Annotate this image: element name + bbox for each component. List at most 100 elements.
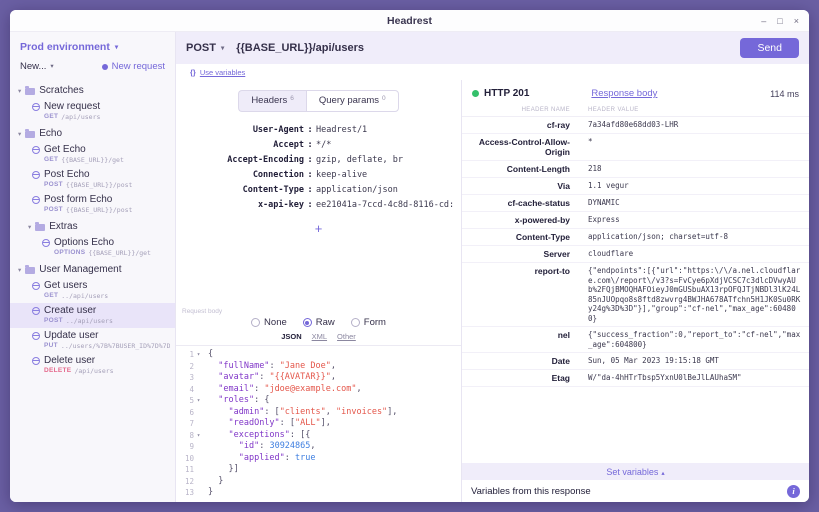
header-row[interactable]: Accept-Encoding: gzip, deflate, br xyxy=(176,152,455,167)
tree-request-row[interactable]: Get users GET ../api/users xyxy=(10,278,175,303)
request-method-badge: POST xyxy=(44,317,63,324)
set-variables-bar: Set variables xyxy=(462,463,809,480)
line-number: 9 xyxy=(189,442,194,451)
request-method-badge: POST xyxy=(44,181,63,188)
column-header-value: HEADER VALUE xyxy=(588,107,639,113)
format-tab-other[interactable]: Other xyxy=(337,332,356,341)
header-row[interactable]: Accept: */* xyxy=(176,137,455,152)
info-icon[interactable]: i xyxy=(787,484,800,498)
header-value[interactable]: Headrest/1 xyxy=(316,125,455,135)
response-body-link[interactable]: Response body xyxy=(591,88,657,99)
body-mode-raw[interactable]: Raw xyxy=(302,317,335,328)
maximize-button[interactable]: □ xyxy=(777,16,782,26)
request-body-section: Request body None Raw Form JSON XML Other 1 ▾… xyxy=(176,306,461,502)
tree-request-row[interactable]: Post Echo POST {{BASE_URL}}/post xyxy=(10,167,175,192)
chevron-down-icon: ▾ xyxy=(18,266,22,274)
code-line: "id": 30924865, xyxy=(238,441,316,451)
header-value[interactable]: keep-alive xyxy=(316,170,455,180)
request-path: /api/users xyxy=(61,113,101,121)
new-request-button[interactable]: New request xyxy=(101,61,165,72)
tree-folder-row[interactable]: ▾ Scratches xyxy=(10,81,175,99)
response-row: Via 1.1 vegur xyxy=(462,178,809,195)
header-name[interactable]: x-api-key xyxy=(176,200,304,210)
fold-icon: ▾ xyxy=(196,351,201,358)
header-value[interactable]: gzip, deflate, br xyxy=(316,155,455,165)
tree-folder-row[interactable]: ▾ User Management xyxy=(10,260,175,278)
tree-request-row[interactable]: Create user POST ../api/users xyxy=(10,303,175,328)
line-number: 13 xyxy=(184,488,194,497)
format-tab-xml[interactable]: XML xyxy=(312,332,327,341)
minimize-button[interactable]: – xyxy=(761,16,766,26)
header-row[interactable]: User-Agent: Headrest/1 xyxy=(176,122,455,137)
tree-folder-row[interactable]: ▾ Echo xyxy=(10,124,175,142)
body-mode-form[interactable]: Form xyxy=(350,317,386,328)
response-header-value: {"endpoints":[{"url":"https:\/\/a.nel.cl… xyxy=(588,266,801,323)
header-row[interactable]: Content-Type: application/json xyxy=(176,182,455,197)
response-status: HTTP 201 xyxy=(472,88,529,99)
header-name[interactable]: Accept xyxy=(176,140,304,150)
add-header-button[interactable]: + xyxy=(315,221,323,236)
method-select[interactable]: POST xyxy=(186,42,224,54)
code-line: "readOnly": ["ALL"], xyxy=(228,418,331,428)
body-mode-none[interactable]: None xyxy=(251,317,287,328)
format-tab-json[interactable]: JSON xyxy=(281,332,301,341)
status-dot-icon xyxy=(472,90,479,97)
request-label: Post Echo xyxy=(44,169,90,180)
header-name[interactable]: Accept-Encoding xyxy=(176,155,304,165)
request-method-badge: GET xyxy=(44,113,59,120)
header-value[interactable]: ee21041a-7ccd-4c8d-8116-cd: xyxy=(316,200,455,210)
header-row[interactable]: Connection: keep-alive xyxy=(176,167,455,182)
tab-headers[interactable]: Headers 6 xyxy=(238,90,306,112)
radio-icon xyxy=(350,318,360,327)
window-title: Headrest xyxy=(387,14,432,27)
app-body: Prod environment New... New request ▾ Scr… xyxy=(10,32,809,502)
environment-selector[interactable]: Prod environment xyxy=(10,32,175,59)
close-button[interactable]: × xyxy=(794,16,799,26)
response-header-name: Server xyxy=(543,249,570,259)
header-name[interactable]: User-Agent xyxy=(176,125,304,135)
request-path: {{BASE_URL}}/post xyxy=(65,206,133,214)
body-editor[interactable]: 1 ▾ 2 3 4 5 ▾ 6 7 8 ▾ 9 10 11 12 13 { "fullName": "Jane… xyxy=(176,345,461,502)
body-format-tabs: JSON XML Other xyxy=(176,332,461,345)
header-value[interactable]: */* xyxy=(316,140,455,150)
new-menu[interactable]: New... xyxy=(20,61,54,72)
request-path: {{BASE_URL}}/get xyxy=(88,249,151,257)
send-button[interactable]: Send xyxy=(740,38,799,58)
response-header-value: application/json; charset=utf-8 xyxy=(588,232,728,241)
request-method-badge: PUT xyxy=(44,342,58,349)
tree-folder-row[interactable]: ▾ Extras xyxy=(10,217,175,235)
request-tabs: Headers 6 Query params 0 xyxy=(176,80,461,122)
set-variables-link[interactable]: Set variables xyxy=(606,467,664,477)
tree-request-row[interactable]: Delete user DELETE/api/users xyxy=(10,353,175,378)
panels: Headers 6 Query params 0 User-Agent: Headre… xyxy=(176,80,809,502)
line-number: 6 xyxy=(189,407,194,417)
editor-code[interactable]: { "fullName": "Jane Doe", "avatar": "{{A… xyxy=(203,346,461,502)
line-number: 7 xyxy=(189,419,194,428)
tree-request-row[interactable]: New request GET/api/users xyxy=(10,99,175,124)
separator: : xyxy=(307,139,313,150)
tree-request-row[interactable]: Options Echo OPTIONS {{BASE_URL}}/get xyxy=(10,235,175,260)
url-input[interactable]: {{BASE_URL}}/api/users xyxy=(236,42,364,54)
code-line: }] xyxy=(208,464,239,474)
body-mode-selector: None Raw Form xyxy=(176,315,461,332)
tree-request-row[interactable]: Update user PUT ../users/%7B%7BUSER_ID%7D%… xyxy=(10,328,175,353)
code-line: "admin": ["clients", "invoices"], xyxy=(228,406,398,417)
line-number: 4 xyxy=(189,384,194,394)
chevron-down-icon: ▾ xyxy=(18,87,22,95)
request-path: {{BASE_URL}}/get xyxy=(61,156,124,164)
header-row[interactable]: x-api-key: ee21041a-7ccd-4c8d-8116-cd: xyxy=(176,197,455,212)
tree-request-row[interactable]: Get Echo GET {{BASE_URL}}/get xyxy=(10,142,175,167)
tab-query-params[interactable]: Query params 0 xyxy=(305,90,399,112)
header-value[interactable]: application/json xyxy=(316,185,455,195)
header-name[interactable]: Connection xyxy=(176,170,304,180)
use-variables-link[interactable]: Use variables xyxy=(200,68,245,77)
response-header-name: Content-Type xyxy=(515,232,570,242)
header-name[interactable]: Content-Type xyxy=(176,185,304,195)
set-variables-label: Set variables xyxy=(606,466,659,477)
code-line: } xyxy=(208,487,214,497)
chevron-up-icon xyxy=(661,467,664,477)
tree-request-row[interactable]: Post form Echo POST {{BASE_URL}}/post xyxy=(10,192,175,217)
response-header-value: Sun, 05 Mar 2023 19:15:18 GMT xyxy=(588,356,719,365)
response-table-header: HEADER NAME HEADER VALUE xyxy=(462,105,809,117)
tab-query-params-label: Query params xyxy=(318,95,380,106)
